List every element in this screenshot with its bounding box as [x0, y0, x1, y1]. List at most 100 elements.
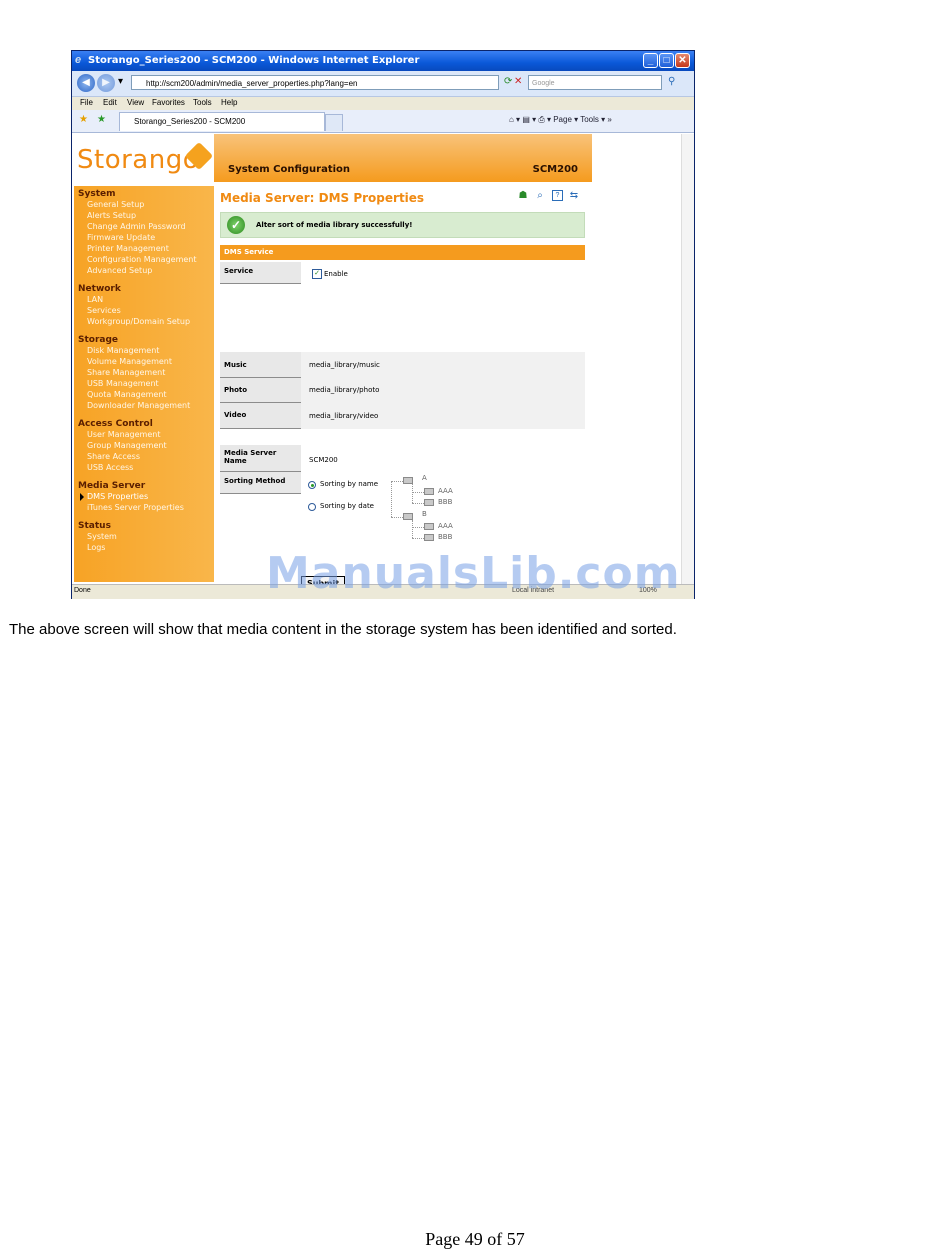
- add-favorite-icon[interactable]: ★: [97, 114, 106, 125]
- tree-node-b-aaa: AAA: [438, 522, 453, 530]
- favorites-star-icon[interactable]: ★: [79, 114, 88, 125]
- browser-window: e Storango_Series200 - SCM200 - Windows …: [71, 50, 695, 599]
- print-icon[interactable]: ⎙ ▾: [538, 115, 551, 124]
- nav-item-firmware-update[interactable]: Firmware Update: [87, 233, 155, 242]
- nav-group-status: Status: [78, 521, 111, 531]
- success-message-box: ✓ Alter sort of media library successful…: [220, 212, 585, 238]
- nav-item-volume-management[interactable]: Volume Management: [87, 357, 172, 366]
- media-server-name-label: Media Server Name: [220, 445, 301, 472]
- nav-item-alerts-setup[interactable]: Alerts Setup: [87, 211, 136, 220]
- vertical-scrollbar[interactable]: [681, 134, 694, 584]
- menu-bar: File Edit View Favorites Tools Help: [72, 97, 694, 110]
- nav-item-workgroup-domain-setup[interactable]: Workgroup/Domain Setup: [87, 317, 190, 326]
- nav-group-media-server: Media Server: [78, 481, 146, 491]
- maximize-button[interactable]: □: [659, 53, 674, 68]
- folder-icon: [403, 513, 413, 520]
- status-text: Done: [74, 587, 91, 594]
- nav-item-lan[interactable]: LAN: [87, 295, 103, 304]
- nav-group-access-control: Access Control: [78, 419, 153, 429]
- menu-view[interactable]: View: [127, 98, 144, 107]
- active-arrow-icon: [80, 493, 84, 501]
- nav-item-services[interactable]: Services: [87, 306, 121, 315]
- page-number: Page 49 of 57: [425, 1229, 525, 1249]
- video-label: Video: [220, 403, 301, 429]
- folder-icon: [424, 523, 434, 530]
- new-tab-button[interactable]: [325, 114, 343, 131]
- sort-by-name-label[interactable]: Sorting by name: [320, 480, 378, 488]
- nav-group-storage: Storage: [78, 335, 119, 345]
- nav-group-network: Network: [78, 284, 121, 294]
- tree-node-b-bbb: BBB: [438, 533, 453, 541]
- tree-node-a-aaa: AAA: [438, 487, 453, 495]
- menu-help[interactable]: Help: [221, 98, 237, 107]
- tree-line: [391, 517, 403, 518]
- back-button[interactable]: ◀: [77, 74, 95, 92]
- nav-item-printer-management[interactable]: Printer Management: [87, 244, 169, 253]
- minimize-button[interactable]: _: [643, 53, 658, 68]
- search-input[interactable]: Google: [528, 75, 662, 90]
- home-icon[interactable]: ⌂ ▾: [509, 115, 520, 124]
- music-value: media_library/music: [301, 352, 585, 378]
- nav-item-downloader-management[interactable]: Downloader Management: [87, 401, 190, 410]
- tab-label: Storango_Series200 - SCM200: [134, 117, 246, 126]
- sort-by-name-radio[interactable]: [308, 481, 316, 489]
- nav-item-user-management[interactable]: User Management: [87, 430, 160, 439]
- nav-item-logs[interactable]: Logs: [87, 543, 105, 552]
- nav-item-usb-management[interactable]: USB Management: [87, 379, 159, 388]
- nav-item-group-management[interactable]: Group Management: [87, 441, 167, 450]
- nav-item-configuration-management[interactable]: Configuration Management: [87, 255, 197, 264]
- sorting-method-label: Sorting Method: [220, 472, 301, 494]
- nav-item-quota-management[interactable]: Quota Management: [87, 390, 167, 399]
- menu-favorites[interactable]: Favorites: [152, 98, 185, 107]
- storango-logo: Storango: [74, 134, 214, 186]
- nav-item-itunes-server-properties[interactable]: iTunes Server Properties: [87, 503, 184, 512]
- close-button[interactable]: ✕: [675, 53, 690, 68]
- forward-button[interactable]: ▶: [97, 74, 115, 92]
- enable-label: Enable: [324, 270, 348, 278]
- sort-by-date-radio[interactable]: [308, 503, 316, 511]
- stop-icon[interactable]: ✕: [514, 76, 522, 87]
- nav-item-share-access[interactable]: Share Access: [87, 452, 140, 461]
- menu-tools[interactable]: Tools: [193, 98, 212, 107]
- nav-item-usb-access[interactable]: USB Access: [87, 463, 133, 472]
- header-model: SCM200: [532, 164, 578, 175]
- nav-item-general-setup[interactable]: General Setup: [87, 200, 144, 209]
- nav-item-disk-management[interactable]: Disk Management: [87, 346, 159, 355]
- enable-checkbox[interactable]: ✓: [312, 269, 322, 279]
- sort-by-date-label[interactable]: Sorting by date: [320, 502, 374, 510]
- browser-tab[interactable]: Storango_Series200 - SCM200: [119, 112, 325, 131]
- refresh-icon[interactable]: ⟳: [504, 76, 512, 87]
- tree-line: [412, 527, 424, 528]
- logout-icon[interactable]: ⇆: [568, 190, 580, 202]
- video-value: media_library/video: [301, 403, 585, 429]
- nav-item-advanced-setup[interactable]: Advanced Setup: [87, 266, 152, 275]
- search-placeholder: Google: [532, 80, 555, 87]
- success-message: Alter sort of media library successfully…: [256, 221, 413, 229]
- title-bar: e Storango_Series200 - SCM200 - Windows …: [72, 51, 694, 71]
- nav-item-change-admin-password[interactable]: Change Admin Password: [87, 222, 186, 231]
- users-icon[interactable]: ☗: [517, 190, 529, 202]
- menu-file[interactable]: File: [80, 98, 93, 107]
- nav-item-dms-properties[interactable]: DMS Properties: [87, 492, 148, 501]
- search-icon[interactable]: ⚲: [668, 76, 675, 87]
- music-label: Music: [220, 352, 301, 378]
- feeds-icon[interactable]: ▤ ▾: [522, 115, 536, 124]
- media-server-name-value: SCM200: [309, 456, 338, 464]
- history-dropdown-icon[interactable]: ▾: [118, 76, 123, 87]
- photo-label: Photo: [220, 378, 301, 403]
- folder-icon: [424, 499, 434, 506]
- help-icon[interactable]: ?: [552, 190, 563, 201]
- tree-line: [412, 484, 413, 503]
- tree-node-a-bbb: BBB: [438, 498, 453, 506]
- search-page-icon[interactable]: ⌕: [534, 190, 546, 202]
- nav-item-share-management[interactable]: Share Management: [87, 368, 165, 377]
- tree-node-a: A: [422, 474, 427, 482]
- folder-icon: [424, 488, 434, 495]
- address-bar[interactable]: http://scm200/admin/media_server_propert…: [131, 75, 499, 90]
- tree-line: [391, 481, 392, 517]
- tree-node-b: B: [422, 510, 427, 518]
- command-bar[interactable]: ⌂ ▾ ▤ ▾ ⎙ ▾ Page ▾ Tools ▾ »: [509, 115, 612, 125]
- page-tools-menu[interactable]: Page ▾ Tools ▾: [553, 115, 605, 124]
- nav-item-status-system[interactable]: System: [87, 532, 117, 541]
- menu-edit[interactable]: Edit: [103, 98, 117, 107]
